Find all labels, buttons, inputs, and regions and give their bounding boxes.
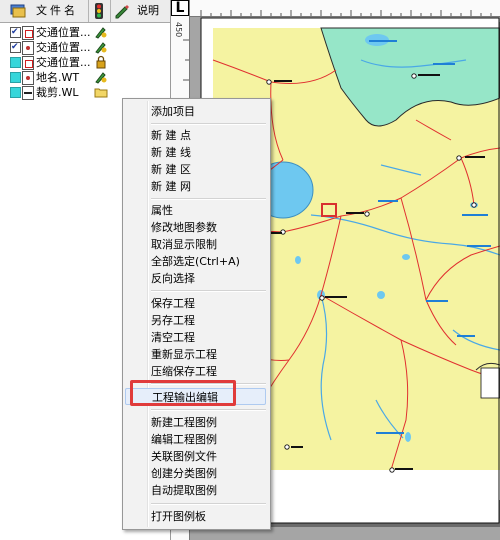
menu-item-redisplay-project[interactable]: 重新显示工程 [125, 346, 266, 363]
lock-icon[interactable] [94, 55, 108, 69]
file-name-header-label: 文件名 [36, 4, 78, 17]
menu-item-edit-project-legend[interactable]: 编辑工程图例 [125, 431, 266, 448]
layer-name: 交通位置... [36, 56, 91, 69]
edit-pen-icon [115, 5, 129, 19]
lake [402, 254, 410, 260]
layer-name: 地名.WT [36, 71, 80, 84]
annotation-highlight-box [130, 380, 236, 406]
menu-item-modify-map-params[interactable]: 修改地图参数 [125, 219, 266, 236]
layer-row[interactable]: 地名.WT [0, 70, 170, 85]
layer-visibility-checkbox[interactable] [10, 57, 21, 68]
menu-item-new-point[interactable]: 新 建 点 [125, 127, 266, 144]
file-name-column-header[interactable]: 文件名 [0, 0, 89, 22]
layer-name: 裁剪.WL [36, 86, 79, 99]
layer-visibility-checkbox[interactable] [10, 72, 21, 83]
layer-visibility-checkbox[interactable] [10, 25, 21, 40]
menu-item-auto-extract-legend[interactable]: 自动提取图例 [125, 482, 266, 499]
menu-item-invert-selection[interactable]: 反向选择 [125, 270, 266, 287]
menu-item-new-region[interactable]: 新 建 区 [125, 161, 266, 178]
menu-item-cancel-display-limit[interactable]: 取消显示限制 [125, 236, 266, 253]
edit-state-icon[interactable] [94, 70, 108, 84]
region-file-icon [22, 26, 34, 40]
horizontal-ruler [171, 0, 500, 17]
menu-item-properties[interactable]: 属性 [125, 202, 266, 219]
layer-name: 交通位置... [36, 41, 91, 54]
layer-row[interactable]: 交通位置... [0, 40, 170, 55]
menu-separator [151, 409, 266, 411]
ruler-value-label: 450 [174, 22, 183, 38]
line-file-icon [22, 86, 34, 100]
layer-stack-icon [10, 4, 26, 18]
menu-item-link-legend-file[interactable]: 关联图例文件 [125, 448, 266, 465]
menu-separator [151, 290, 266, 292]
lake [295, 256, 301, 264]
menu-item-new-project-legend[interactable]: 新建工程图例 [125, 414, 266, 431]
ruler-corner[interactable]: L [171, 0, 189, 16]
menu-item-new-line[interactable]: 新 建 线 [125, 144, 266, 161]
context-menu: 添加项目 新 建 点 新 建 线 新 建 区 新 建 网 属性 修改地图参数 取… [122, 98, 271, 530]
point-file-icon [22, 41, 34, 55]
menu-item-save-project[interactable]: 保存工程 [125, 295, 266, 312]
layer-name: 交通位置... [36, 26, 91, 39]
menu-item-clear-project[interactable]: 清空工程 [125, 329, 266, 346]
menu-item-open-legend-board[interactable]: 打开图例板 [125, 508, 266, 525]
menu-separator [151, 503, 266, 505]
edit-state-icon[interactable] [94, 25, 108, 39]
point-file-icon [22, 71, 34, 85]
layer-row[interactable]: 交通位置... [0, 55, 170, 70]
layer-visibility-checkbox[interactable] [10, 40, 21, 55]
lake [405, 432, 411, 442]
menu-item-new-network[interactable]: 新 建 网 [125, 178, 266, 195]
layer-visibility-checkbox[interactable] [10, 87, 21, 98]
edit-state-icon[interactable] [94, 40, 108, 54]
region-file-icon [22, 56, 34, 70]
menu-item-compress-save-project[interactable]: 压缩保存工程 [125, 363, 266, 380]
description-column-header[interactable]: 说明 [110, 0, 170, 22]
folder-state-icon[interactable] [94, 85, 108, 99]
menu-item-create-category-legend[interactable]: 创建分类图例 [125, 465, 266, 482]
status-column-header[interactable] [88, 0, 111, 22]
menu-separator [151, 198, 266, 200]
menu-separator [151, 123, 266, 125]
lake [377, 291, 385, 299]
menu-item-add-item[interactable]: 添加项目 [125, 103, 266, 120]
menu-item-select-all[interactable]: 全部选定(Ctrl+A) [125, 253, 266, 270]
description-header-label: 说明 [137, 4, 159, 17]
layer-row[interactable]: 交通位置... [0, 25, 170, 40]
menu-item-save-project-as[interactable]: 另存工程 [125, 312, 266, 329]
layer-list-header: 文件名 说明 [0, 0, 170, 23]
traffic-light-icon [95, 3, 103, 19]
